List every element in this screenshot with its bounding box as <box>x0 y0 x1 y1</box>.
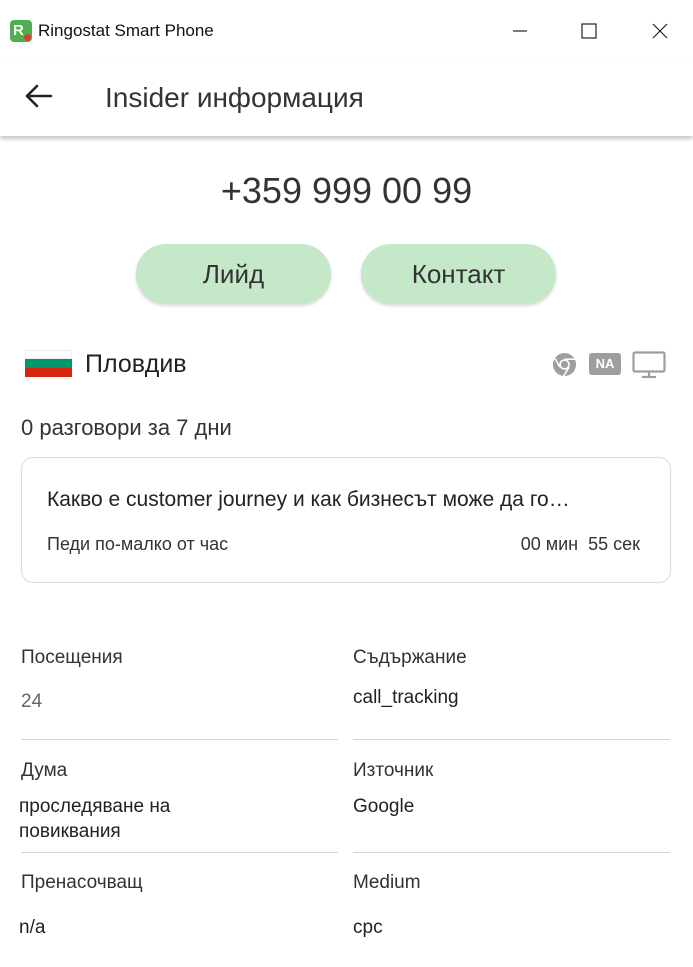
referrer-value: n/a <box>19 917 46 938</box>
session-note: Педи по-малко от час <box>47 534 229 554</box>
contact-button[interactable]: Контакт <box>361 244 556 304</box>
app-logo-dot <box>24 34 31 41</box>
close-icon <box>652 23 668 39</box>
arrow-left-icon <box>25 84 53 108</box>
lead-button[interactable]: Лийд <box>136 244 331 304</box>
desktop-icon <box>632 351 666 379</box>
medium-label: Medium <box>353 872 421 893</box>
app-header: Insider информация <box>0 62 693 136</box>
chrome-icon <box>552 352 577 377</box>
calls-summary: 0 разговори за 7 дни <box>21 415 232 440</box>
keyword-value: проследяване на повиквания <box>19 796 171 842</box>
app-logo-icon: R <box>10 20 32 42</box>
content-value: call_tracking <box>353 687 459 708</box>
close-button[interactable] <box>643 14 677 48</box>
app-title: Ringostat Smart Phone <box>38 21 214 40</box>
bulgaria-flag-icon <box>25 350 72 377</box>
session-card[interactable]: Какво е customer journey и как бизнесът … <box>21 457 671 583</box>
source-value: Google <box>353 796 415 817</box>
source-label: Източник <box>353 760 434 781</box>
page-title: Insider информация <box>105 82 364 113</box>
content-label: Съдържание <box>353 647 467 668</box>
divider <box>21 852 338 853</box>
phone-number: +359 999 00 99 <box>220 170 473 211</box>
title-bar: R Ringostat Smart Phone <box>0 0 693 62</box>
keyword-label: Дума <box>21 760 68 781</box>
back-button[interactable] <box>22 80 56 114</box>
medium-value: cpc <box>353 917 383 938</box>
maximize-icon <box>581 23 597 39</box>
divider <box>21 739 338 740</box>
minimize-button[interactable] <box>503 14 537 48</box>
app-logo-letter: R <box>13 22 24 39</box>
maximize-button[interactable] <box>572 14 606 48</box>
referrer-label: Пренасочващ <box>21 872 143 893</box>
divider <box>353 852 670 853</box>
session-page-title: Какво е customer journey и как бизнесът … <box>47 488 570 511</box>
visits-value: 24 <box>21 691 43 712</box>
visits-label: Посещения <box>21 647 123 668</box>
session-duration: 00 мин 55 сек <box>520 534 640 554</box>
city-name: Пловдив <box>85 350 187 378</box>
minimize-icon <box>513 30 527 32</box>
na-badge: NA <box>589 353 621 375</box>
divider <box>353 739 670 740</box>
